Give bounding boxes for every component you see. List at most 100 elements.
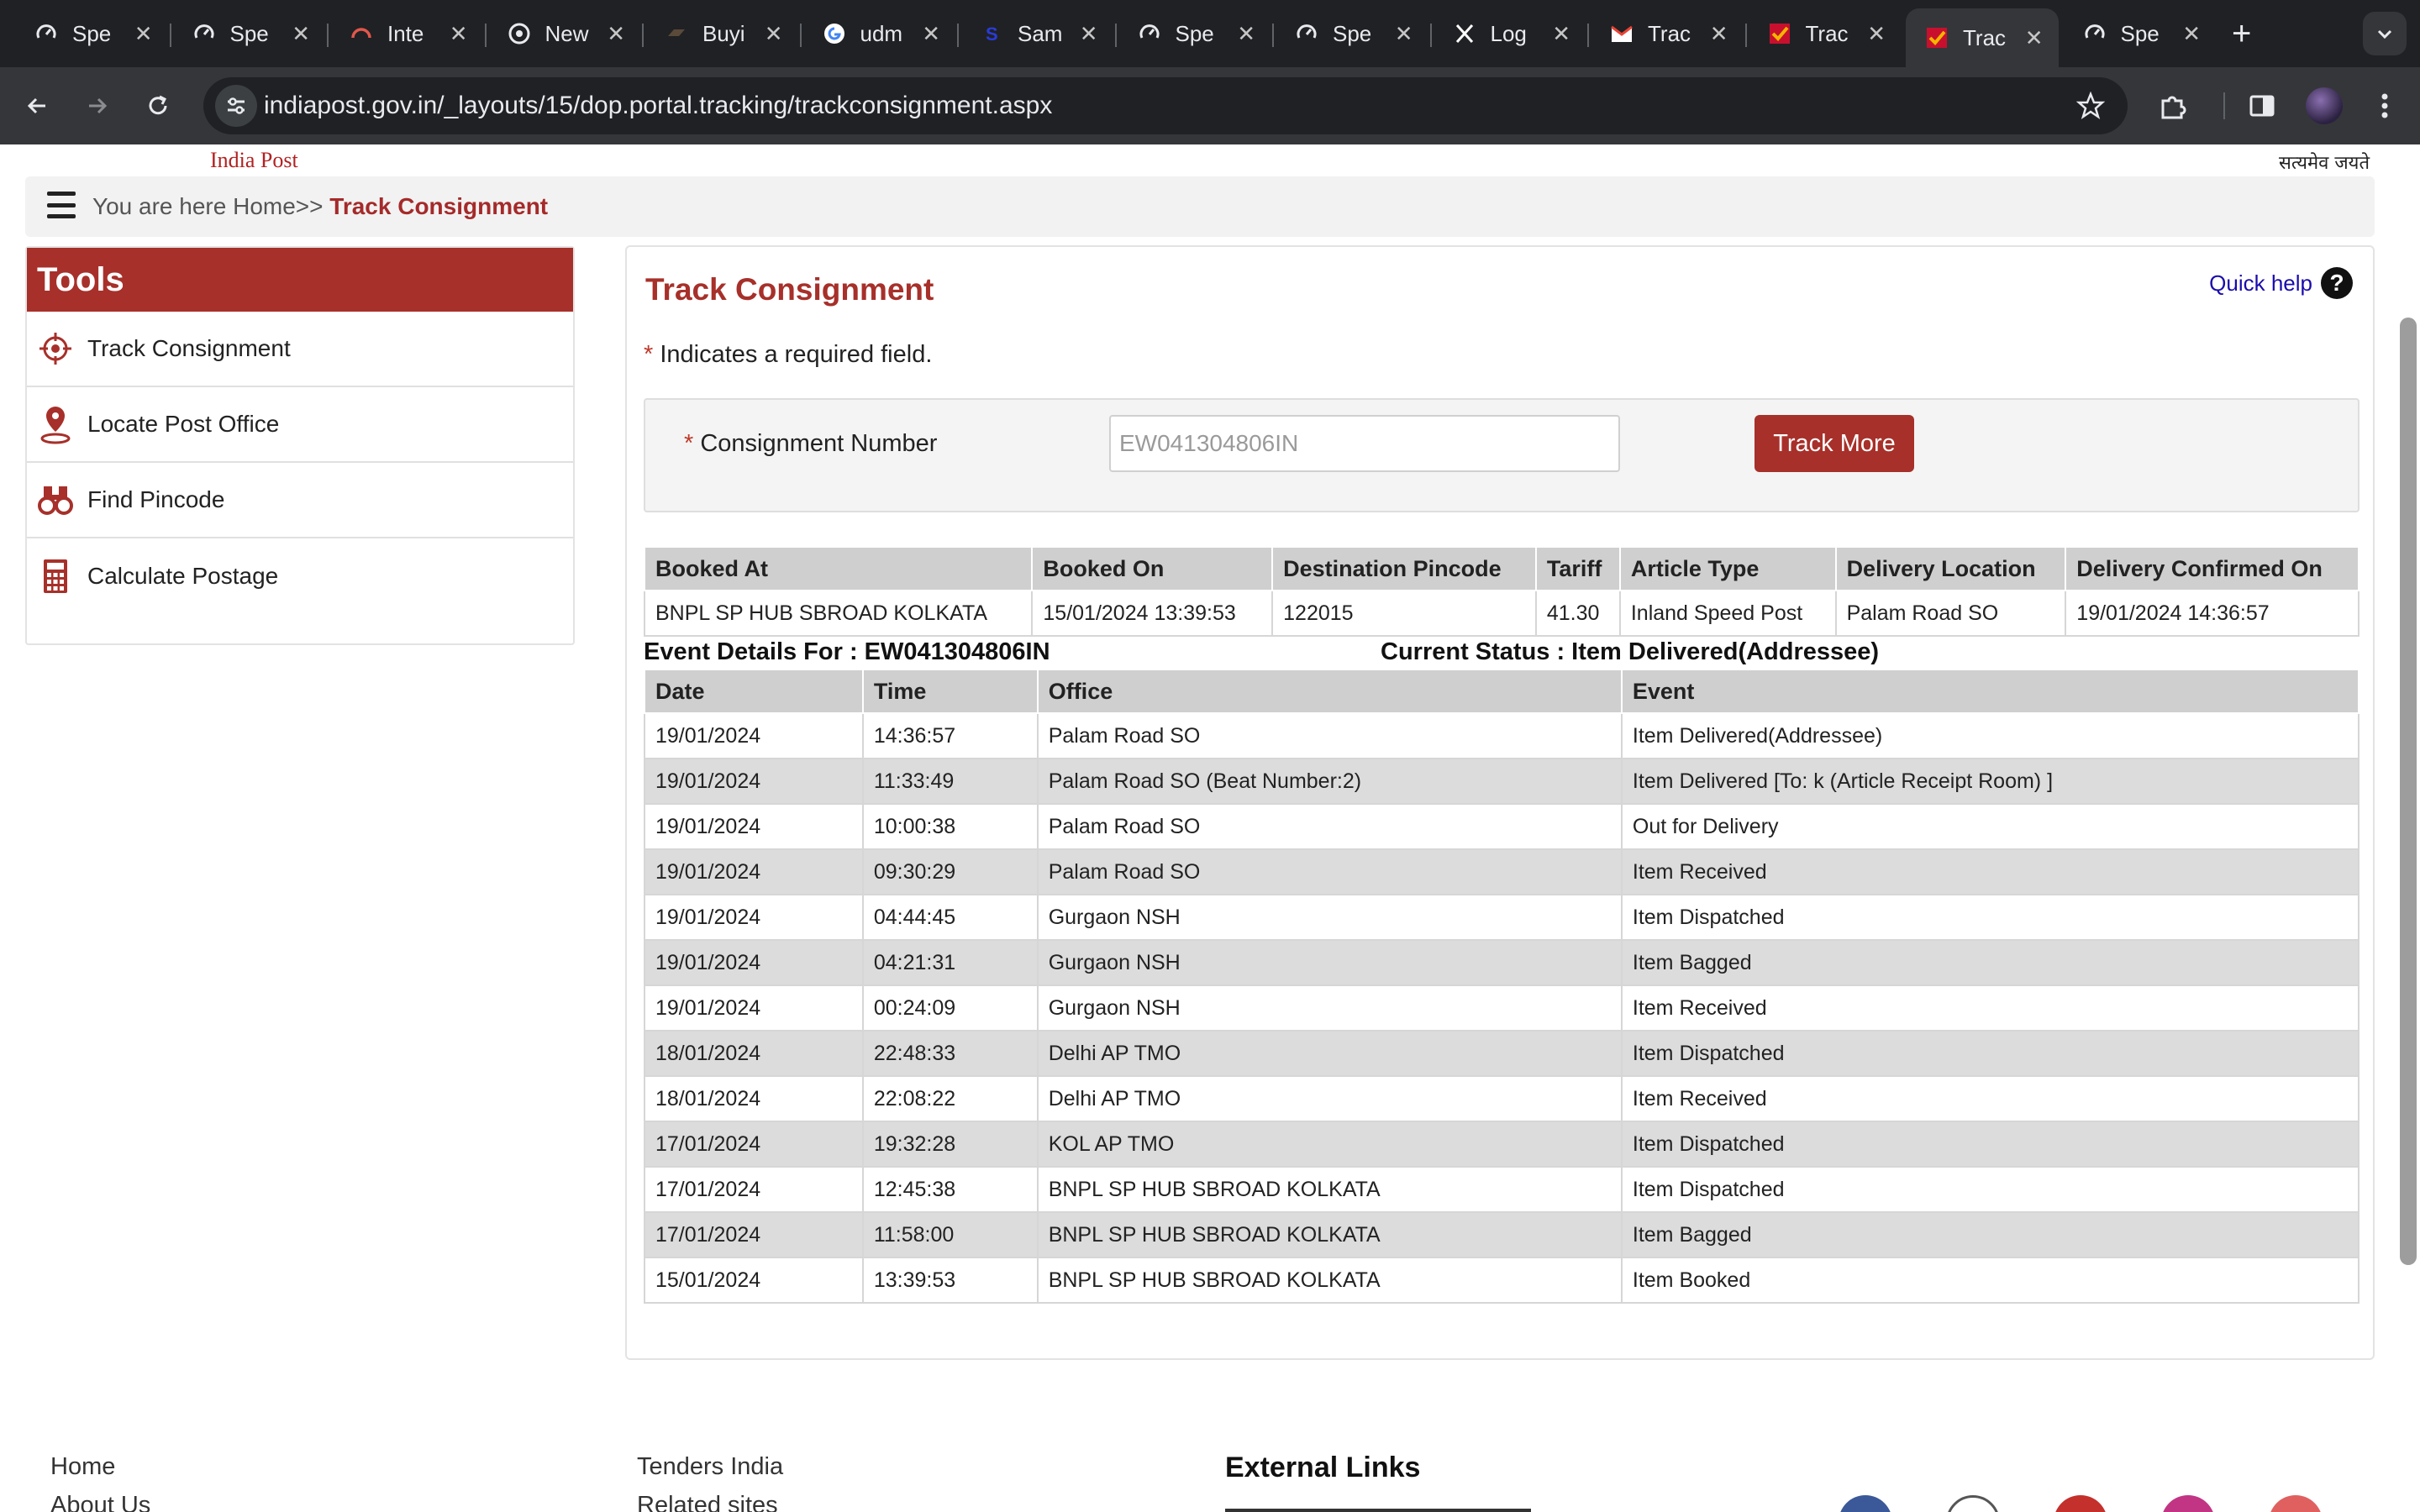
browser-tab[interactable]: Buyi ✕ [645, 8, 798, 59]
table-cell: 17/01/2024 [644, 1166, 864, 1213]
table-cell: 19/01/2024 [644, 984, 864, 1032]
tab-title: Spe [1333, 20, 1372, 46]
column-header: Destination Pincode [1271, 546, 1537, 591]
pinterest-icon[interactable] [2269, 1495, 2323, 1512]
table-row: 15/01/2024 13:39:53 BNPL SP HUB SBROAD KOL… [644, 1257, 2360, 1304]
close-icon[interactable]: ✕ [765, 21, 783, 47]
footer-link-about-us[interactable]: About Us [50, 1492, 150, 1512]
sidebar-item-locate-post-office[interactable]: Locate Post Office [27, 387, 573, 463]
browser-tab[interactable]: Inte ✕ [330, 8, 483, 59]
tab-separator [327, 24, 329, 47]
browser-tab[interactable]: Spe ✕ [1118, 8, 1271, 59]
table-cell: 09:30:29 [861, 848, 1039, 895]
reload-button[interactable] [138, 86, 178, 126]
youtube-icon[interactable] [2054, 1495, 2107, 1512]
event-details-heading: Event Details For : EW041304806IN [644, 638, 1050, 665]
table-cell: 19/01/2024 [644, 712, 864, 759]
tab-separator [1744, 24, 1747, 47]
india-post-logo[interactable]: India Post [210, 148, 298, 173]
table-row: 19/01/2024 04:44:45 Gurgaon NSH Item Dispat… [644, 894, 2360, 941]
side-panel-button[interactable] [2242, 86, 2282, 126]
facebook-icon[interactable] [1839, 1495, 1892, 1512]
close-icon[interactable]: ✕ [2182, 21, 2201, 47]
browser-tab[interactable]: Spe ✕ [1276, 8, 1428, 59]
sidebar-item-track-consignment[interactable]: Track Consignment [27, 312, 573, 387]
target-icon [37, 328, 74, 370]
star-icon [2076, 92, 2105, 119]
back-button[interactable] [17, 86, 57, 126]
profile-avatar[interactable] [2306, 87, 2343, 124]
browser-tab[interactable]: Trac ✕ [1906, 8, 2059, 67]
footer-link-home[interactable]: Home [50, 1453, 115, 1481]
tab-separator [1587, 24, 1589, 47]
footer-link-related-sites[interactable]: Related sites [637, 1492, 778, 1512]
table-cell: Delhi AP TMO [1036, 1030, 1623, 1077]
url-text[interactable]: indiapost.gov.in/_layouts/15/dop.portal.… [264, 77, 1052, 134]
table-cell: BNPL SP HUB SBROAD KOLKATA [643, 590, 1034, 637]
table-cell: 122015 [1271, 590, 1537, 637]
track-more-button[interactable]: Track More [1754, 415, 1914, 472]
browser-tab[interactable]: S Sam ✕ [960, 8, 1113, 59]
quick-help-label[interactable]: Quick help [2209, 270, 2312, 297]
table-cell: BNPL SP HUB SBROAD KOLKATA [1036, 1257, 1623, 1304]
close-icon[interactable]: ✕ [1395, 21, 1413, 47]
close-icon[interactable]: ✕ [134, 21, 153, 47]
chrome-icon [507, 21, 532, 46]
sidebar-item-find-pincode[interactable]: Find Pincode [27, 463, 573, 538]
table-cell: 18/01/2024 [644, 1075, 864, 1122]
tune-icon [228, 97, 245, 114]
consignment-number-input[interactable] [1109, 415, 1620, 472]
close-icon[interactable]: ✕ [2025, 25, 2044, 51]
table-cell: Item Delivered(Addressee) [1620, 712, 2360, 759]
close-icon[interactable]: ✕ [1237, 21, 1255, 47]
close-icon[interactable]: ✕ [1710, 21, 1728, 47]
close-icon[interactable]: ✕ [1552, 21, 1570, 47]
forward-arrow-icon [89, 97, 108, 114]
browser-tab[interactable]: udm ✕ [803, 8, 956, 59]
table-cell: 17/01/2024 [644, 1211, 864, 1258]
table-header-row: Date Time Office Event [644, 669, 2360, 714]
footer-link-tenders-india[interactable]: Tenders India [637, 1453, 783, 1481]
browser-tab[interactable]: Spe ✕ [2064, 8, 2217, 59]
close-icon[interactable]: ✕ [1080, 21, 1098, 47]
sidebar-item-calculate-postage[interactable]: Calculate Postage [27, 538, 573, 614]
external-links-heading: External Links [1225, 1452, 1421, 1483]
event-details-table: Date Time Office Event 19/01/2024 14:36:57 Pa… [644, 669, 2360, 1304]
browser-tab[interactable]: Log ✕ [1434, 8, 1586, 59]
bookmark-button[interactable] [2070, 86, 2111, 126]
table-cell: Item Received [1620, 1075, 2360, 1122]
current-status-heading: Current Status : Item Delivered(Addresse… [1381, 638, 1880, 665]
new-tab-button[interactable]: + [2232, 15, 2251, 52]
back-arrow-icon [27, 97, 45, 114]
browser-toolbar: indiapost.gov.in/_layouts/15/dop.portal.… [0, 67, 2420, 144]
address-bar[interactable]: indiapost.gov.in/_layouts/15/dop.portal.… [203, 77, 2128, 134]
hamburger-menu-icon[interactable] [47, 192, 76, 218]
browser-tab[interactable]: Spe ✕ [173, 8, 326, 59]
site-info-button[interactable] [215, 85, 257, 127]
table-cell: Palam Road SO [1036, 848, 1623, 895]
close-icon[interactable]: ✕ [1867, 21, 1886, 47]
speedtest-icon [2082, 21, 2107, 46]
help-icon[interactable]: ? [2321, 267, 2353, 299]
browser-tab[interactable]: Spe ✕ [15, 8, 168, 59]
browser-tab[interactable]: Trac ✕ [1749, 8, 1902, 59]
tab-search-button[interactable] [2363, 12, 2407, 55]
instagram-icon[interactable] [2161, 1495, 2215, 1512]
browser-menu-button[interactable] [2365, 86, 2405, 126]
close-icon[interactable]: ✕ [450, 21, 468, 47]
quick-help-link[interactable]: Quick help ? [2209, 267, 2353, 299]
forward-button[interactable] [77, 86, 118, 126]
extensions-button[interactable] [2153, 86, 2193, 126]
page-scrollbar-thumb[interactable] [2400, 318, 2417, 1265]
column-header: Booked On [1031, 546, 1274, 591]
twitter-icon[interactable] [1946, 1495, 2000, 1512]
close-icon[interactable]: ✕ [607, 21, 625, 47]
breadcrumb-home-link[interactable]: You are here Home>> [92, 193, 329, 219]
browser-tab[interactable]: Trac ✕ [1591, 8, 1744, 59]
kebab-menu-icon [2381, 93, 2388, 118]
browser-tab[interactable]: New ✕ [488, 8, 641, 59]
close-icon[interactable]: ✕ [292, 21, 310, 47]
breadcrumb: You are here Home>> Track Consignment [25, 176, 2375, 237]
close-icon[interactable]: ✕ [922, 21, 940, 47]
speedtest-icon [1294, 21, 1319, 46]
